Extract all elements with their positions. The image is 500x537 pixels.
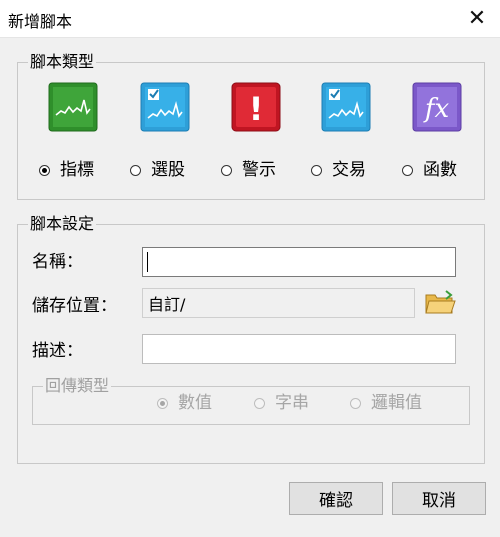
window-title: 新增腳本 — [8, 12, 73, 31]
description-field[interactable] — [142, 334, 456, 364]
radio-numeric-label: 數值 — [178, 393, 212, 413]
confirm-button[interactable]: 確認 — [289, 482, 383, 515]
radio-function-button[interactable] — [402, 164, 413, 176]
green-line-chart-icon — [48, 82, 98, 132]
radio-boolean: 邏輯值 — [350, 393, 422, 413]
browse-folder-button[interactable] — [423, 288, 457, 318]
radio-indicator-label: 指標 — [60, 160, 94, 180]
radio-numeric: 數值 — [157, 393, 212, 413]
description-label: 描述： — [32, 341, 83, 361]
radio-trade[interactable]: 交易 — [311, 160, 366, 180]
script-settings-legend: 腳本設定 — [28, 214, 97, 234]
close-button[interactable]: ✕ — [454, 0, 500, 37]
close-icon: ✕ — [467, 6, 487, 31]
cancel-button[interactable]: 取消 — [392, 482, 486, 515]
radio-string-label: 字串 — [275, 393, 309, 413]
open-folder-icon — [425, 290, 456, 314]
radio-stock-selection-button[interactable] — [130, 164, 141, 176]
svg-text:fx: fx — [423, 94, 450, 124]
blue-checked-chart-icon — [140, 82, 190, 132]
title-bar: 新增腳本 ✕ — [0, 0, 500, 38]
radio-trade-button[interactable] — [311, 164, 322, 176]
radio-string: 字串 — [254, 393, 309, 413]
save-location-label: 儲存位置： — [32, 296, 117, 316]
radio-indicator[interactable]: 指標 — [39, 160, 94, 180]
radio-alert[interactable]: 警示 — [221, 160, 276, 180]
name-field[interactable] — [142, 247, 456, 277]
radio-alert-label: 警示 — [242, 160, 276, 180]
red-alert-icon: ! — [231, 82, 281, 132]
name-label: 名稱： — [32, 252, 83, 272]
radio-stock-selection[interactable]: 選股 — [130, 160, 185, 180]
radio-function-label: 函數 — [423, 160, 457, 180]
return-type-legend: 回傳類型 — [43, 376, 112, 396]
save-location-field — [142, 288, 415, 318]
radio-boolean-label: 邏輯值 — [371, 393, 422, 413]
radio-stock-selection-label: 選股 — [151, 160, 185, 180]
purple-fx-icon: fx — [412, 82, 462, 132]
radio-indicator-button[interactable] — [39, 164, 50, 176]
script-type-legend: 腳本類型 — [28, 52, 97, 72]
blue-checked-chart-icon — [321, 82, 371, 132]
radio-trade-label: 交易 — [332, 160, 366, 180]
radio-boolean-button — [350, 397, 361, 409]
radio-numeric-button — [157, 397, 168, 409]
radio-function[interactable]: 函數 — [402, 160, 457, 180]
text-caret — [147, 252, 148, 272]
radio-alert-button[interactable] — [221, 164, 232, 176]
radio-string-button — [254, 397, 265, 409]
svg-text:!: ! — [249, 90, 264, 128]
